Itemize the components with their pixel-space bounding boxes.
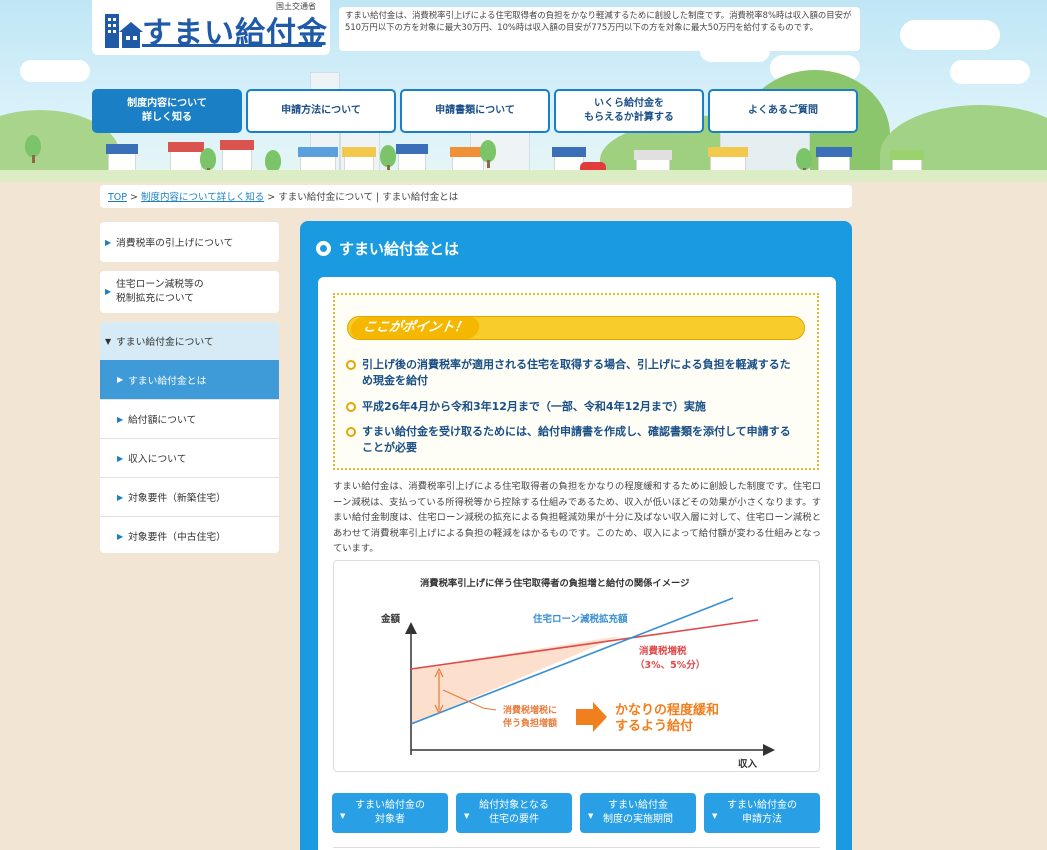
chevron-down-icon: ▼ xyxy=(712,812,718,820)
point-item: 引上げ後の消費税率が適用される住宅を取得する場合、引上げによる負担を軽減するた … xyxy=(362,357,806,389)
sidebar-sub-new-housing[interactable]: ▶ 対象要件（新築住宅） xyxy=(100,477,279,516)
ring-bullet-icon xyxy=(346,402,356,412)
series-label-loan-deduction: 住宅ローン減税拡充額 xyxy=(533,613,628,625)
tab-label: すまい給付金の xyxy=(727,800,797,811)
nav-calculate-amount[interactable]: いくら給付金を もらえるか計算する xyxy=(554,89,704,133)
series-line-tax-increase xyxy=(410,619,759,670)
divider xyxy=(333,847,820,848)
nav-label: 制度内容について xyxy=(127,98,207,109)
tab-label: 申請方法 xyxy=(742,814,782,825)
ring-bullet-icon xyxy=(346,360,356,370)
point-banner-label: ここがポイント！ xyxy=(349,317,481,339)
burden-label: 消費税増税に xyxy=(503,704,557,716)
nav-label: 申請書類について xyxy=(435,105,515,116)
page-title-text: すまい給付金とは xyxy=(339,240,460,258)
chevron-right-icon: ▶ xyxy=(105,237,112,247)
ring-bullet-icon xyxy=(346,427,356,437)
tab-housing-requirements[interactable]: ▼ 給付対象となる 住宅の要件 xyxy=(456,793,572,833)
nav-label: もらえるか計算する xyxy=(584,112,674,123)
tab-label: 給付対象となる xyxy=(479,800,549,811)
description-text: すまい給付金は、消費税率引上げによる住宅取得者の負担をかなりの程度緩和するために… xyxy=(333,481,821,554)
relief-label: するよう給付 xyxy=(615,718,693,734)
nav-application-documents[interactable]: 申請書類について xyxy=(400,89,550,133)
point-text: 平成26年4月から令和3年12月まで（一部、令和4年12月まで）実施 xyxy=(362,400,706,413)
tab-label: すまい給付金の xyxy=(355,800,425,811)
sidebar-group-head[interactable]: ▼ すまい給付金について xyxy=(100,322,279,360)
circle-icon xyxy=(316,241,331,256)
point-item: すまい給付金を受け取るためには、給付申請書を作成し、確認書類を添付して申請する … xyxy=(362,424,806,456)
sidebar-sub-label: 対象要件（新築住宅） xyxy=(128,493,226,504)
sidebar-item-tax-increase[interactable]: ▶ 消費税率の引上げについて xyxy=(100,222,279,262)
breadcrumb-separator: > xyxy=(267,192,276,203)
nav-label: いくら給付金を xyxy=(593,98,664,109)
tab-label: 住宅の要件 xyxy=(488,814,539,825)
breadcrumb-system-details-link[interactable]: 制度内容について詳しく知る xyxy=(141,192,264,203)
sidebar-item-tax-system[interactable]: ▶ 住宅ローン減税等の 税制拡充について xyxy=(100,271,279,313)
tab-implementation-period[interactable]: ▼ すまい給付金 制度の実施期間 xyxy=(580,793,696,833)
x-axis-label: 収入 xyxy=(738,758,758,770)
point-text: ことが必要 xyxy=(362,441,417,454)
chevron-down-icon: ▼ xyxy=(464,812,470,820)
breadcrumb-current: すまい給付金について | すまい給付金とは xyxy=(278,192,459,203)
sidebar-sub-label: 収入について xyxy=(128,454,187,465)
chevron-down-icon: ▼ xyxy=(588,812,594,820)
breadcrumb-separator: > xyxy=(130,192,139,203)
ground-strip xyxy=(0,170,1047,182)
tab-label: 対象者 xyxy=(375,814,405,825)
chevron-right-icon: ▶ xyxy=(105,287,112,296)
point-text: め現金を給付 xyxy=(362,374,428,387)
chevron-right-icon: ▶ xyxy=(117,531,124,541)
point-item: 平成26年4月から令和3年12月まで（一部、令和4年12月まで）実施 xyxy=(362,399,806,415)
sidebar-item-label: 税制拡充について xyxy=(116,293,195,304)
sidebar-sub-label: すまい給付金とは xyxy=(128,375,207,387)
nav-faq[interactable]: よくあるご質問 xyxy=(708,89,858,133)
sidebar-item-label: 住宅ローン減税等の xyxy=(116,279,204,290)
relief-label: かなりの程度緩和 xyxy=(615,702,719,718)
tab-eligible-persons[interactable]: ▼ すまい給付金の 対象者 xyxy=(332,793,448,833)
chevron-right-icon: ▶ xyxy=(117,414,124,424)
sidebar-sub-what-is[interactable]: ▶ すまい給付金とは xyxy=(100,360,279,399)
tab-label: 制度の実施期間 xyxy=(603,814,673,825)
series-label-tax-increase: 消費税増税 xyxy=(639,645,687,657)
sidebar-sub-amount[interactable]: ▶ 給付額について xyxy=(100,399,279,438)
breadcrumb-top-link[interactable]: TOP xyxy=(108,192,127,203)
chevron-right-icon: ▶ xyxy=(117,492,124,502)
sidebar-sub-income[interactable]: ▶ 収入について xyxy=(100,438,279,477)
point-text: すまい給付金を受け取るためには、給付申請書を作成し、確認書類を添付して申請する xyxy=(362,425,791,438)
sidebar-group-benefit: ▼ すまい給付金について ▶ すまい給付金とは ▶ 給付額について ▶ 収入につ… xyxy=(100,322,279,553)
page-title: すまい給付金とは xyxy=(316,238,459,259)
nav-application-method[interactable]: 申請方法について xyxy=(246,89,396,133)
nav-label: 申請方法について xyxy=(281,105,361,116)
site-intro-text: すまい給付金は、消費税率引上げによる住宅取得者の負担をかなり軽減するために創設し… xyxy=(339,7,860,51)
tab-label: すまい給付金 xyxy=(608,800,668,811)
sidebar-sub-used-housing[interactable]: ▶ 対象要件（中古住宅） xyxy=(100,516,279,553)
point-text: 引上げ後の消費税率が適用される住宅を取得する場合、引上げによる負担を軽減するた xyxy=(362,358,791,371)
sidebar-item-label: 消費税率の引上げについて xyxy=(116,238,234,249)
building-logo-icon xyxy=(105,14,143,48)
nav-label: 詳しく知る xyxy=(141,112,192,123)
tax-rate-label: （3%、5%分） xyxy=(635,659,705,671)
nav-system-details[interactable]: 制度内容について 詳しく知る xyxy=(92,89,242,133)
logo-underline xyxy=(142,44,322,47)
tab-application-method[interactable]: ▼ すまい給付金の 申請方法 xyxy=(704,793,820,833)
burden-label: 伴う負担増額 xyxy=(502,717,557,729)
relief-arrow-icon xyxy=(576,702,607,732)
breadcrumb: TOP > 制度内容について詳しく知る > すまい給付金について | すまい給付… xyxy=(100,185,852,208)
y-axis-label: 金額 xyxy=(380,613,401,625)
chevron-down-icon: ▼ xyxy=(340,812,346,820)
sidebar-sub-label: 対象要件（中古住宅） xyxy=(128,532,226,543)
chevron-down-icon: ▼ xyxy=(105,336,112,346)
chevron-right-icon: ▶ xyxy=(117,453,124,463)
sidebar-group-label: すまい給付金について xyxy=(116,337,214,348)
sidebar-sub-label: 給付額について xyxy=(128,415,197,426)
chart-svg: 金額 収入 住宅ローン減税拡充額 消費税増税 （3%、5%分） 消費税増税に 伴… xyxy=(380,597,775,770)
chevron-right-icon: ▶ xyxy=(117,375,124,384)
nav-label: よくあるご質問 xyxy=(748,105,818,116)
